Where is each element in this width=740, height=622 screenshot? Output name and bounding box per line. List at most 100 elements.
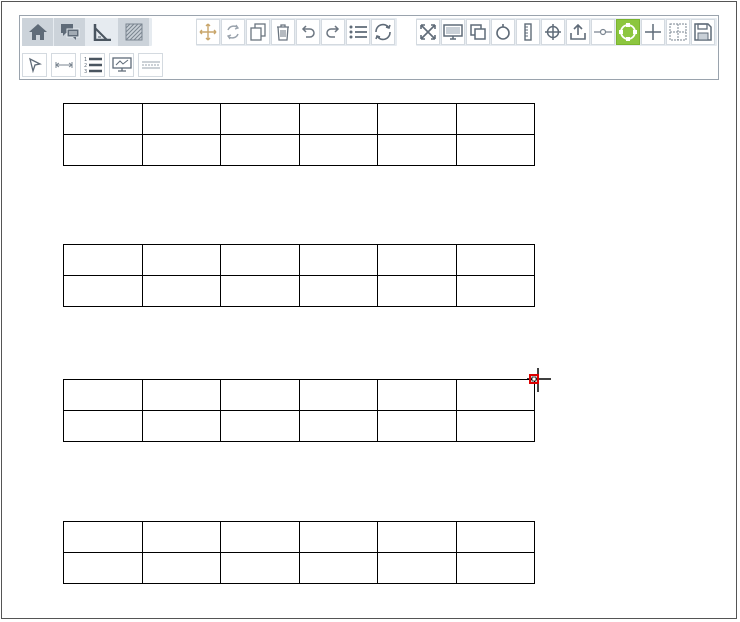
table-cell[interactable] xyxy=(377,103,457,135)
grid-icon xyxy=(669,23,687,41)
table-cell[interactable] xyxy=(63,275,143,307)
grid-button[interactable] xyxy=(666,19,690,45)
table-cell[interactable] xyxy=(455,134,535,166)
toolbar-row-1 xyxy=(22,18,717,46)
plus-button[interactable] xyxy=(641,19,665,45)
delete-button[interactable] xyxy=(271,19,295,45)
table-cell[interactable] xyxy=(455,103,535,135)
set-square-button[interactable] xyxy=(86,18,117,46)
table-cell[interactable] xyxy=(220,410,300,442)
table-cell[interactable] xyxy=(141,521,221,553)
move-button[interactable] xyxy=(196,19,220,45)
ruler-button[interactable] xyxy=(516,19,540,45)
table-cell[interactable] xyxy=(455,244,535,276)
table-cell[interactable] xyxy=(298,552,378,584)
crosshair-cursor xyxy=(527,368,551,392)
table-cell[interactable] xyxy=(63,134,143,166)
table-row xyxy=(63,552,535,584)
table-cell[interactable] xyxy=(298,410,378,442)
list-button[interactable] xyxy=(346,19,370,45)
table-cell[interactable] xyxy=(141,552,221,584)
table-cell[interactable] xyxy=(220,552,300,584)
table-cell[interactable] xyxy=(298,521,378,553)
home-button[interactable] xyxy=(22,18,53,46)
hatch-pattern-button[interactable] xyxy=(118,18,149,46)
undo-button[interactable] xyxy=(296,19,320,45)
overlap-icon xyxy=(470,24,486,40)
table-cell[interactable] xyxy=(63,521,143,553)
table-cell[interactable] xyxy=(220,134,300,166)
table-cell[interactable] xyxy=(141,244,221,276)
table-cell[interactable] xyxy=(220,275,300,307)
pointer-icon xyxy=(28,57,42,73)
table-cell[interactable] xyxy=(377,379,457,411)
table-cell[interactable] xyxy=(63,552,143,584)
rotate-button[interactable] xyxy=(221,19,245,45)
table-cell[interactable] xyxy=(220,521,300,553)
lines-icon xyxy=(141,61,160,69)
table-row xyxy=(63,275,535,307)
table-cell[interactable] xyxy=(298,103,378,135)
toolbar-group-main xyxy=(22,18,152,46)
table-cell[interactable] xyxy=(377,275,457,307)
table-cell[interactable] xyxy=(377,410,457,442)
table-cell[interactable] xyxy=(63,103,143,135)
table-cell[interactable] xyxy=(455,379,535,411)
numbered-list-button[interactable]: 123 xyxy=(80,53,105,77)
drawing-table-3[interactable] xyxy=(63,379,535,442)
redo-button[interactable] xyxy=(321,19,345,45)
table-cell[interactable] xyxy=(63,410,143,442)
copy-button[interactable] xyxy=(246,19,270,45)
fit-icon xyxy=(420,24,436,40)
drawing-table-1[interactable] xyxy=(63,103,535,166)
ruler-icon xyxy=(524,23,532,41)
hatch-pattern-icon xyxy=(125,23,142,41)
table-cell[interactable] xyxy=(298,244,378,276)
table-cell[interactable] xyxy=(455,275,535,307)
table-cell[interactable] xyxy=(141,275,221,307)
toolbar-group-view xyxy=(416,18,717,46)
pointer-button[interactable] xyxy=(22,53,47,77)
target-button[interactable] xyxy=(541,19,565,45)
fit-button[interactable] xyxy=(416,19,440,45)
table-cell[interactable] xyxy=(220,103,300,135)
table-cell[interactable] xyxy=(455,521,535,553)
table-cell[interactable] xyxy=(141,379,221,411)
table-cell[interactable] xyxy=(377,552,457,584)
table-cell[interactable] xyxy=(298,379,378,411)
circle-select-button[interactable] xyxy=(616,19,640,45)
drawing-table-4[interactable] xyxy=(63,521,535,584)
table-cell[interactable] xyxy=(141,134,221,166)
table-cell[interactable] xyxy=(220,379,300,411)
chat-button[interactable] xyxy=(54,18,85,46)
overlap-button[interactable] xyxy=(466,19,490,45)
export-button[interactable] xyxy=(566,19,590,45)
table-cell[interactable] xyxy=(455,552,535,584)
refresh-button[interactable] xyxy=(371,19,395,45)
save-button[interactable] xyxy=(691,19,715,45)
monitor-button[interactable] xyxy=(441,19,465,45)
lines-button[interactable] xyxy=(138,53,163,77)
list-icon xyxy=(349,25,367,39)
table-cell[interactable] xyxy=(298,275,378,307)
export-icon xyxy=(570,23,586,40)
home-icon xyxy=(28,24,47,40)
table-cell[interactable] xyxy=(141,410,221,442)
table-cell[interactable] xyxy=(220,244,300,276)
table-cell[interactable] xyxy=(377,134,457,166)
table-cell[interactable] xyxy=(63,244,143,276)
table-cell[interactable] xyxy=(63,379,143,411)
circle-button[interactable] xyxy=(491,19,515,45)
redo-icon xyxy=(326,25,340,38)
table-row xyxy=(63,244,535,276)
table-cell[interactable] xyxy=(455,410,535,442)
screen-button[interactable] xyxy=(109,53,134,77)
table-cell[interactable] xyxy=(377,244,457,276)
table-cell[interactable] xyxy=(298,134,378,166)
drawing-table-2[interactable] xyxy=(63,244,535,307)
table-cell[interactable] xyxy=(377,521,457,553)
line-point-button[interactable] xyxy=(591,19,615,45)
plus-icon xyxy=(645,24,661,40)
table-cell[interactable] xyxy=(141,103,221,135)
dimension-button[interactable] xyxy=(51,53,76,77)
